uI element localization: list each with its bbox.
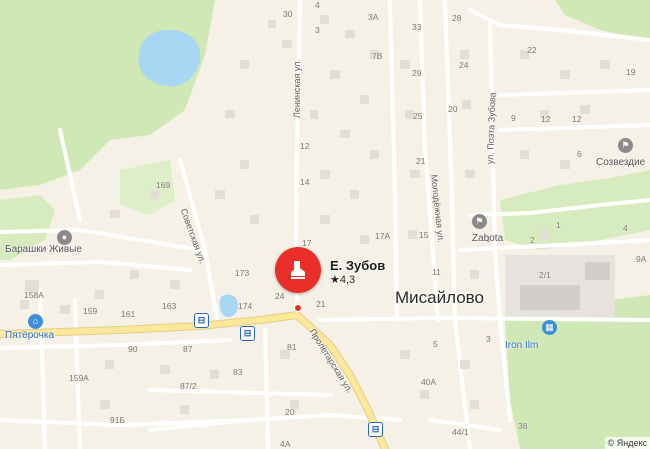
building-number: 24 (275, 291, 285, 301)
building-number: 44/1 (452, 427, 469, 437)
building-number: 159 (83, 306, 98, 316)
building-number: 4 (315, 0, 320, 10)
shoe-store-icon (291, 261, 305, 279)
building-number: 11 (432, 267, 441, 277)
poi-pyaterochka[interactable]: ⌂ Пятёрочка (5, 314, 54, 341)
bus-stop-icon[interactable]: ⊟ (194, 313, 209, 328)
poi-iron[interactable]: ▦ Iron Ilm (505, 320, 557, 351)
building-number: 163 (162, 301, 177, 311)
building-number: 14 (300, 177, 310, 187)
map-base-layer (0, 0, 650, 449)
building-number: 87/2 (180, 381, 197, 391)
building-number: 2/1 (539, 270, 551, 280)
building-number: 159А (69, 373, 89, 383)
building-number: 28 (452, 13, 462, 23)
building-number: 25 (413, 111, 423, 121)
building-number: 17 (302, 238, 312, 248)
place-name: Е. Зубов (330, 258, 386, 273)
pin-icon: ⚑ (472, 214, 487, 229)
town-label: Мисайлово (395, 288, 484, 307)
building-number: 40А (421, 377, 437, 387)
place-info[interactable]: Е. Зубов ★4,3 (330, 258, 385, 286)
poi-label: Созвездие (596, 157, 646, 168)
building-number: 21 (316, 299, 326, 309)
building-number: 158А (24, 290, 44, 300)
building-number: 19 (626, 67, 636, 77)
building-number: 38 (518, 421, 528, 431)
building-number: 4 (623, 223, 628, 233)
building-number: 2 (530, 235, 535, 245)
building-block (585, 262, 610, 280)
building-number: 169 (156, 180, 171, 190)
bus-stop-icon[interactable]: ⊟ (240, 326, 255, 341)
building-number: 7В (372, 51, 383, 61)
building-number: 17А (375, 231, 391, 241)
building-number: 3 (486, 334, 491, 344)
building-number: 20 (448, 104, 458, 114)
bus-stop-icon[interactable]: ⊟ (368, 422, 383, 437)
building-number: 12 (300, 141, 310, 151)
building-number: 9 (511, 113, 516, 123)
pond (219, 294, 238, 317)
building-number: 87 (183, 344, 193, 354)
poi-label: Zabota (472, 233, 504, 244)
building-number: 9А (636, 254, 647, 264)
pin-icon: ● (57, 230, 72, 245)
building-number: 20 (285, 407, 295, 417)
building-number: 173 (235, 268, 250, 278)
pin-location-dot (294, 304, 302, 312)
building-icon: ▦ (542, 320, 557, 335)
building-number: 30 (283, 9, 293, 19)
building-number: 3 (315, 25, 320, 35)
copyright[interactable]: © Яндекс (604, 437, 650, 449)
building-number: 24 (459, 60, 469, 70)
building-number: 91Б (110, 415, 126, 425)
building-number: 12 (541, 114, 551, 124)
building-number: 15 (419, 230, 429, 240)
map-canvas[interactable]: 30 3 3А 28 4 33 22 7В 29 24 19 20 12 25 … (0, 0, 650, 449)
building-number: 21 (416, 156, 426, 166)
building-number: 1 (556, 220, 561, 230)
forest-area (0, 0, 215, 190)
shopping-basket-icon: ⌂ (28, 314, 43, 329)
building-number: 22 (527, 45, 537, 55)
flag-icon: ⚑ (618, 138, 633, 153)
building-number: 33 (412, 22, 422, 32)
poi-barashki[interactable]: ● Барашки Живые (5, 230, 82, 255)
building-number: 83 (233, 367, 243, 377)
building-number: 81 (287, 342, 297, 352)
poi-label: Пятёрочка (5, 330, 55, 341)
poi-sozvezdie[interactable]: ⚑ Созвездие (596, 138, 645, 168)
poi-label: Барашки Живые (5, 244, 82, 255)
building-number: 174 (238, 301, 253, 311)
building-number: 90 (128, 344, 138, 354)
building-number: 5 (433, 339, 438, 349)
building-number: 6 (577, 149, 582, 159)
building-number: 12 (572, 114, 582, 124)
star-icon: ★ (330, 274, 340, 286)
building-number: 4А (280, 439, 291, 449)
building-block (520, 285, 580, 310)
building-number: 161 (121, 309, 136, 319)
place-pin[interactable] (275, 247, 321, 293)
poi-label: Iron Ilm (505, 340, 539, 351)
building-number: 3А (368, 12, 379, 22)
forest-area (500, 170, 650, 250)
poi-zabota[interactable]: ⚑ Zabota (472, 214, 503, 244)
place-rating: ★4,3 (330, 274, 356, 286)
building-number: 29 (412, 68, 422, 78)
street-label-leninskaya: Ленинская ул. (292, 59, 302, 118)
